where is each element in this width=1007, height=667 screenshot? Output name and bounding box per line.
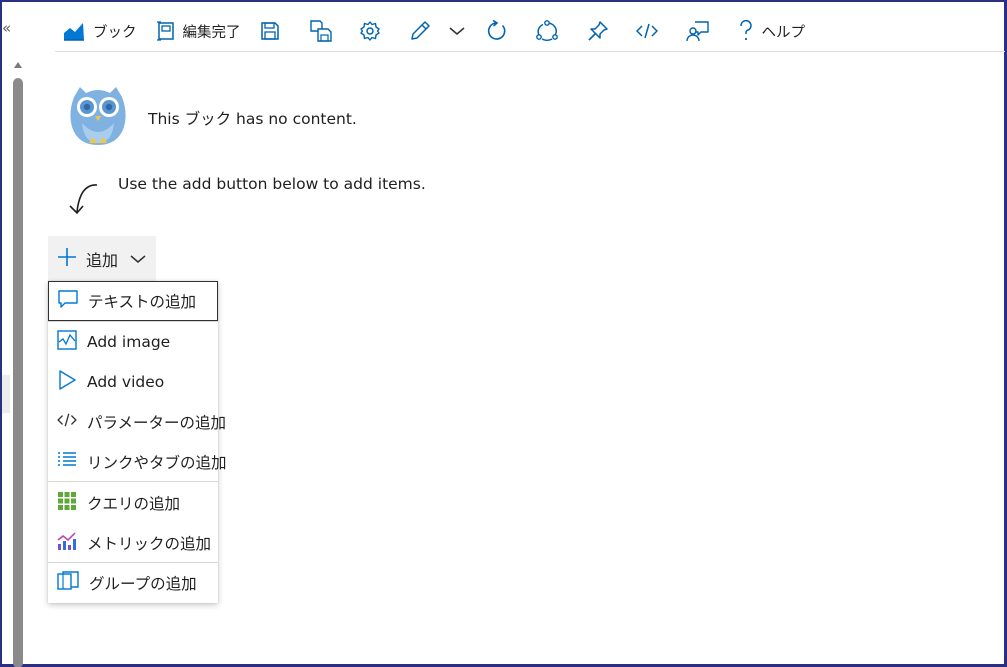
add-button-label: 追加 (86, 250, 119, 270)
menu-separator (48, 481, 218, 482)
empty-state-hint: Use the add button below to add items. (118, 175, 426, 193)
menu-item-add-image[interactable]: Add image (48, 322, 218, 362)
parameter-code-icon (57, 412, 77, 432)
settings-gear-icon (359, 20, 381, 42)
menu-item-label: メトリックの追加 (87, 535, 212, 553)
links-list-icon (57, 451, 77, 473)
menu-item-add-links-tabs[interactable]: リンクやタブの追加 (48, 442, 227, 482)
menu-item-add-group[interactable]: グループの追加 (48, 563, 218, 603)
code-view-button[interactable] (635, 13, 658, 49)
menu-item-label: クエリの追加 (87, 495, 181, 513)
owl-illustration-icon (66, 83, 130, 151)
help-icon (738, 20, 754, 42)
menu-item-label: Add video (87, 373, 165, 391)
add-button[interactable]: 追加 (48, 236, 156, 281)
edit-pencil-button[interactable] (409, 13, 431, 49)
scroll-thumb[interactable] (13, 78, 23, 667)
edit-done-button[interactable]: 編集完了 (156, 13, 241, 49)
vertical-scrollbar[interactable] (12, 62, 24, 667)
menu-item-add-text[interactable]: テキストの追加 (48, 281, 218, 321)
chevron-down-icon (130, 249, 146, 268)
edit-done-icon (156, 21, 175, 41)
toolbar: ブック 編集完了 ヘルプ (55, 12, 805, 50)
save-button[interactable] (260, 13, 280, 49)
metrics-chart-icon (57, 531, 77, 555)
plus-icon (57, 247, 77, 271)
video-play-icon (57, 370, 77, 394)
feedback-button[interactable] (685, 13, 710, 49)
workbook-label: ブック (93, 24, 137, 41)
group-icon (57, 571, 79, 595)
menu-item-label: リンクやタブの追加 (87, 454, 227, 472)
query-grid-icon (57, 491, 77, 515)
menu-item-label: グループの追加 (89, 575, 197, 593)
pencil-icon (409, 20, 431, 42)
text-comment-icon (58, 289, 78, 313)
image-icon (57, 330, 77, 354)
feedback-icon (685, 20, 710, 42)
save-icon (260, 21, 280, 41)
share-icon (535, 20, 559, 42)
settings-button[interactable] (359, 13, 381, 49)
add-dropdown-menu: テキストの追加 Add image Add video パラメーターの追加 リン… (48, 281, 227, 603)
sidebar-edge (2, 375, 10, 413)
menu-item-label: テキストの追加 (88, 293, 197, 311)
more-dropdown-button[interactable] (449, 13, 465, 49)
chevron-down-icon (449, 26, 465, 36)
toolbar-divider (55, 51, 1005, 52)
curved-arrow-icon (64, 182, 100, 222)
pin-icon (587, 20, 609, 42)
refresh-icon (485, 20, 507, 42)
menu-item-add-query[interactable]: クエリの追加 (48, 483, 218, 523)
refresh-button[interactable] (485, 13, 507, 49)
save-as-icon (309, 20, 332, 42)
help-button[interactable]: ヘルプ (738, 13, 806, 49)
menu-item-add-video[interactable]: Add video (48, 362, 218, 402)
save-as-button[interactable] (309, 13, 332, 49)
empty-state-message: This ブック has no content. (148, 110, 357, 128)
menu-item-label: パラメーターの追加 (87, 414, 227, 432)
scroll-up-arrow-icon[interactable] (14, 62, 22, 68)
collapse-sidebar-icon[interactable]: « (2, 18, 11, 38)
workbook-button[interactable]: ブック (63, 13, 137, 49)
workbook-chart-icon (63, 21, 85, 41)
help-label: ヘルプ (761, 24, 806, 41)
code-icon (635, 22, 658, 40)
share-button[interactable] (535, 13, 559, 49)
menu-item-add-metric[interactable]: メトリックの追加 (48, 523, 218, 563)
edit-done-label: 編集完了 (182, 24, 241, 41)
menu-item-add-parameter[interactable]: パラメーターの追加 (48, 402, 226, 442)
pin-button[interactable] (587, 13, 609, 49)
menu-item-label: Add image (87, 333, 171, 351)
